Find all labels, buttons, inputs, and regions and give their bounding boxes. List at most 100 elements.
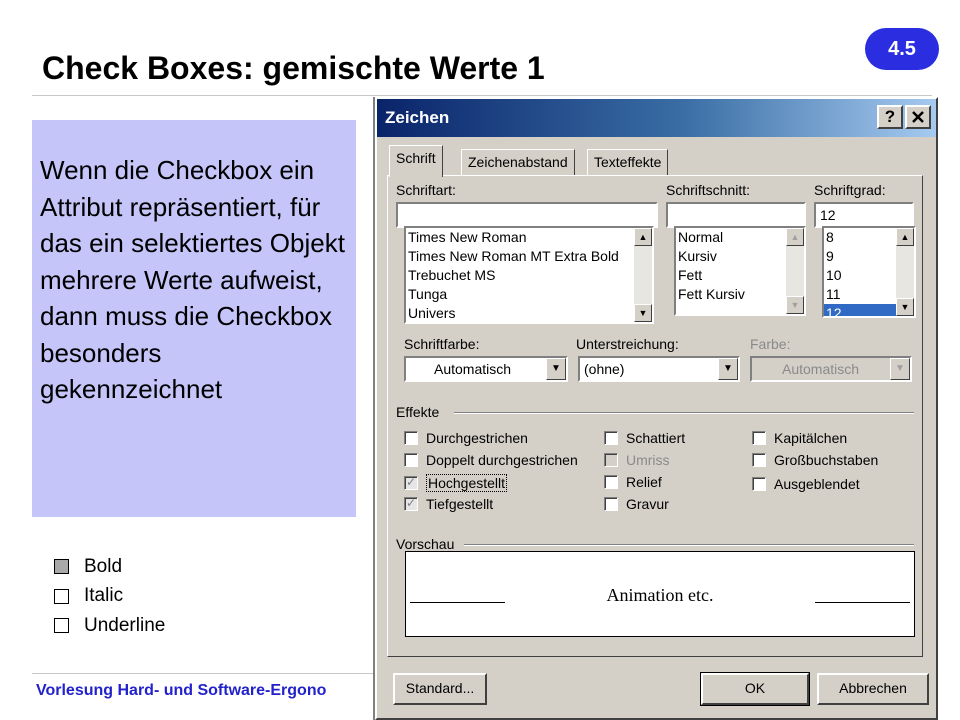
list-item[interactable]: Fett Kursiv bbox=[676, 285, 804, 304]
demo-checkbox-bold[interactable]: Bold bbox=[54, 552, 165, 582]
tab-texteffekte[interactable]: Texteffekte bbox=[587, 149, 669, 176]
size-input[interactable]: 12 bbox=[814, 202, 914, 228]
dialog-titlebar[interactable]: Zeichen ? bbox=[377, 99, 936, 137]
checkbox-box[interactable] bbox=[404, 431, 418, 445]
checkbox-mixed-box[interactable]: ✓ bbox=[404, 476, 418, 490]
checkbox-doppelt-durchgestrichen[interactable]: Doppelt durchgestrichen bbox=[404, 452, 578, 468]
checkbox-label: Tiefgestellt bbox=[426, 496, 494, 512]
slide-title: Check Boxes: gemischte Werte 1 bbox=[42, 50, 545, 86]
checkbox-label: Umriss bbox=[626, 452, 670, 468]
close-button[interactable] bbox=[905, 105, 931, 129]
list-item[interactable]: Times New Roman MT Extra Bold bbox=[406, 247, 652, 266]
checkbox-label: Schattiert bbox=[626, 430, 686, 446]
checkbox-label: Großbuchstaben bbox=[774, 452, 879, 468]
checkbox-label: Gravur bbox=[626, 496, 669, 512]
demo-checkbox-italic[interactable]: Italic bbox=[54, 582, 165, 612]
list-item[interactable]: Normal bbox=[676, 228, 804, 247]
standard-button[interactable]: Standard... bbox=[393, 673, 487, 705]
checkbox-box[interactable] bbox=[604, 475, 618, 489]
checkbox-tiefgestellt[interactable]: ✓ Tiefgestellt bbox=[404, 496, 493, 512]
checkbox-box[interactable] bbox=[604, 431, 618, 445]
list-item[interactable]: Univers bbox=[406, 304, 652, 322]
list-item[interactable]: Trebuchet MS bbox=[406, 266, 652, 285]
style-input[interactable] bbox=[666, 202, 806, 228]
preview-box: Animation etc. bbox=[405, 551, 915, 637]
ok-button[interactable]: OK bbox=[700, 672, 810, 706]
checkbox-kapitaelchen[interactable]: Kapitälchen bbox=[752, 430, 847, 446]
underline-color-select-value: Automatisch bbox=[782, 361, 860, 377]
section-badge: 4.5 bbox=[865, 28, 939, 70]
checkbox-box[interactable] bbox=[752, 453, 766, 467]
list-item[interactable]: Tunga bbox=[406, 285, 652, 304]
checkbox-box[interactable] bbox=[752, 477, 766, 491]
underline-select-value: (ohne) bbox=[584, 361, 625, 377]
scroll-down-icon[interactable]: ▼ bbox=[634, 304, 652, 322]
demo-checkbox-underline[interactable]: Underline bbox=[54, 611, 165, 641]
checkbox-relief[interactable]: Relief bbox=[604, 474, 662, 490]
demo-checkbox-box[interactable] bbox=[54, 618, 69, 634]
effects-label: Effekte bbox=[396, 404, 440, 420]
checkbox-umriss[interactable]: Umriss bbox=[604, 452, 670, 468]
checkbox-label: Doppelt durchgestrichen bbox=[426, 452, 578, 468]
demo-checkbox-mixed-box[interactable] bbox=[54, 559, 69, 575]
checkbox-schattiert[interactable]: Schattiert bbox=[604, 430, 685, 446]
footer-text: Vorlesung Hard- und Software-Ergono bbox=[36, 682, 327, 699]
demo-checkbox-label: Underline bbox=[84, 614, 166, 636]
list-item[interactable]: Kursiv bbox=[676, 247, 804, 266]
scroll-up-icon[interactable]: ▲ bbox=[634, 228, 652, 246]
checkbox-box[interactable] bbox=[604, 453, 618, 467]
title-divider bbox=[32, 95, 932, 96]
style-list[interactable]: Normal Kursiv Fett Fett Kursiv ▲ ▼ bbox=[674, 226, 806, 316]
demo-checkbox-list: Bold Italic Underline bbox=[54, 552, 165, 641]
checkbox-label: Relief bbox=[626, 474, 662, 490]
scroll-up-icon[interactable]: ▲ bbox=[896, 228, 914, 246]
checkbox-hochgestellt[interactable]: ✓ Hochgestellt bbox=[404, 474, 508, 492]
tab-zeichenabstand[interactable]: Zeichenabstand bbox=[461, 149, 575, 176]
checkbox-box[interactable] bbox=[404, 453, 418, 467]
color-label: Schriftfarbe: bbox=[404, 336, 480, 352]
checkbox-grossbuchstaben[interactable]: Großbuchstaben bbox=[752, 452, 878, 468]
size-label: Schriftgrad: bbox=[814, 182, 886, 198]
scroll-down-icon[interactable]: ▼ bbox=[786, 296, 804, 314]
underline-color-label: Farbe: bbox=[750, 336, 791, 352]
font-label: Schriftart: bbox=[396, 182, 456, 198]
chevron-down-icon[interactable]: ▼ bbox=[718, 358, 738, 380]
demo-checkbox-box[interactable] bbox=[54, 588, 69, 604]
font-list-scrollbar[interactable]: ▲ ▼ bbox=[634, 228, 652, 322]
font-input[interactable] bbox=[396, 202, 658, 228]
checkbox-ausgeblendet[interactable]: Ausgeblendet bbox=[752, 476, 860, 492]
demo-checkbox-label: Italic bbox=[84, 585, 124, 607]
checkbox-label: Hochgestellt bbox=[426, 474, 508, 492]
dialog-title: Zeichen bbox=[385, 108, 450, 127]
checkbox-box[interactable] bbox=[752, 431, 766, 445]
font-list[interactable]: Times New Roman Times New Roman MT Extra… bbox=[404, 226, 654, 324]
list-item[interactable]: Times New Roman bbox=[406, 228, 652, 247]
scroll-down-icon[interactable]: ▼ bbox=[896, 298, 914, 316]
underline-color-select[interactable]: Automatisch ▼ bbox=[750, 356, 912, 382]
checkbox-box[interactable] bbox=[604, 497, 618, 511]
scroll-up-icon[interactable]: ▲ bbox=[786, 228, 804, 246]
size-list-scrollbar[interactable]: ▲ ▼ bbox=[896, 228, 914, 316]
info-text: Wenn die Checkbox ein Attribut repräsent… bbox=[40, 155, 345, 404]
checkbox-gravur[interactable]: Gravur bbox=[604, 496, 669, 512]
checkbox-mixed-box[interactable]: ✓ bbox=[404, 497, 418, 511]
underline-select[interactable]: (ohne) ▼ bbox=[578, 356, 740, 382]
style-list-scrollbar[interactable]: ▲ ▼ bbox=[786, 228, 804, 314]
help-button[interactable]: ? bbox=[877, 105, 903, 129]
checkbox-label: Ausgeblendet bbox=[774, 476, 860, 492]
close-icon bbox=[912, 111, 924, 123]
size-list[interactable]: 8 9 10 11 12 ▲ ▼ bbox=[822, 226, 916, 318]
chevron-down-icon[interactable]: ▼ bbox=[546, 358, 566, 380]
cancel-button[interactable]: Abbrechen bbox=[817, 673, 929, 705]
color-select-value: Automatisch bbox=[434, 361, 512, 377]
style-label: Schriftschnitt: bbox=[666, 182, 751, 198]
checkbox-label: Kapitälchen bbox=[774, 430, 848, 446]
info-box: Wenn die Checkbox ein Attribut repräsent… bbox=[32, 120, 356, 517]
tab-schrift[interactable]: Schrift bbox=[389, 145, 443, 177]
color-select[interactable]: Automatisch ▼ bbox=[404, 356, 568, 382]
checkbox-label: Durchgestrichen bbox=[426, 430, 528, 446]
checkbox-durchgestrichen[interactable]: Durchgestrichen bbox=[404, 430, 528, 446]
list-item[interactable]: Fett bbox=[676, 266, 804, 285]
underline-label: Unterstreichung: bbox=[576, 336, 679, 352]
chevron-down-icon[interactable]: ▼ bbox=[890, 358, 910, 380]
